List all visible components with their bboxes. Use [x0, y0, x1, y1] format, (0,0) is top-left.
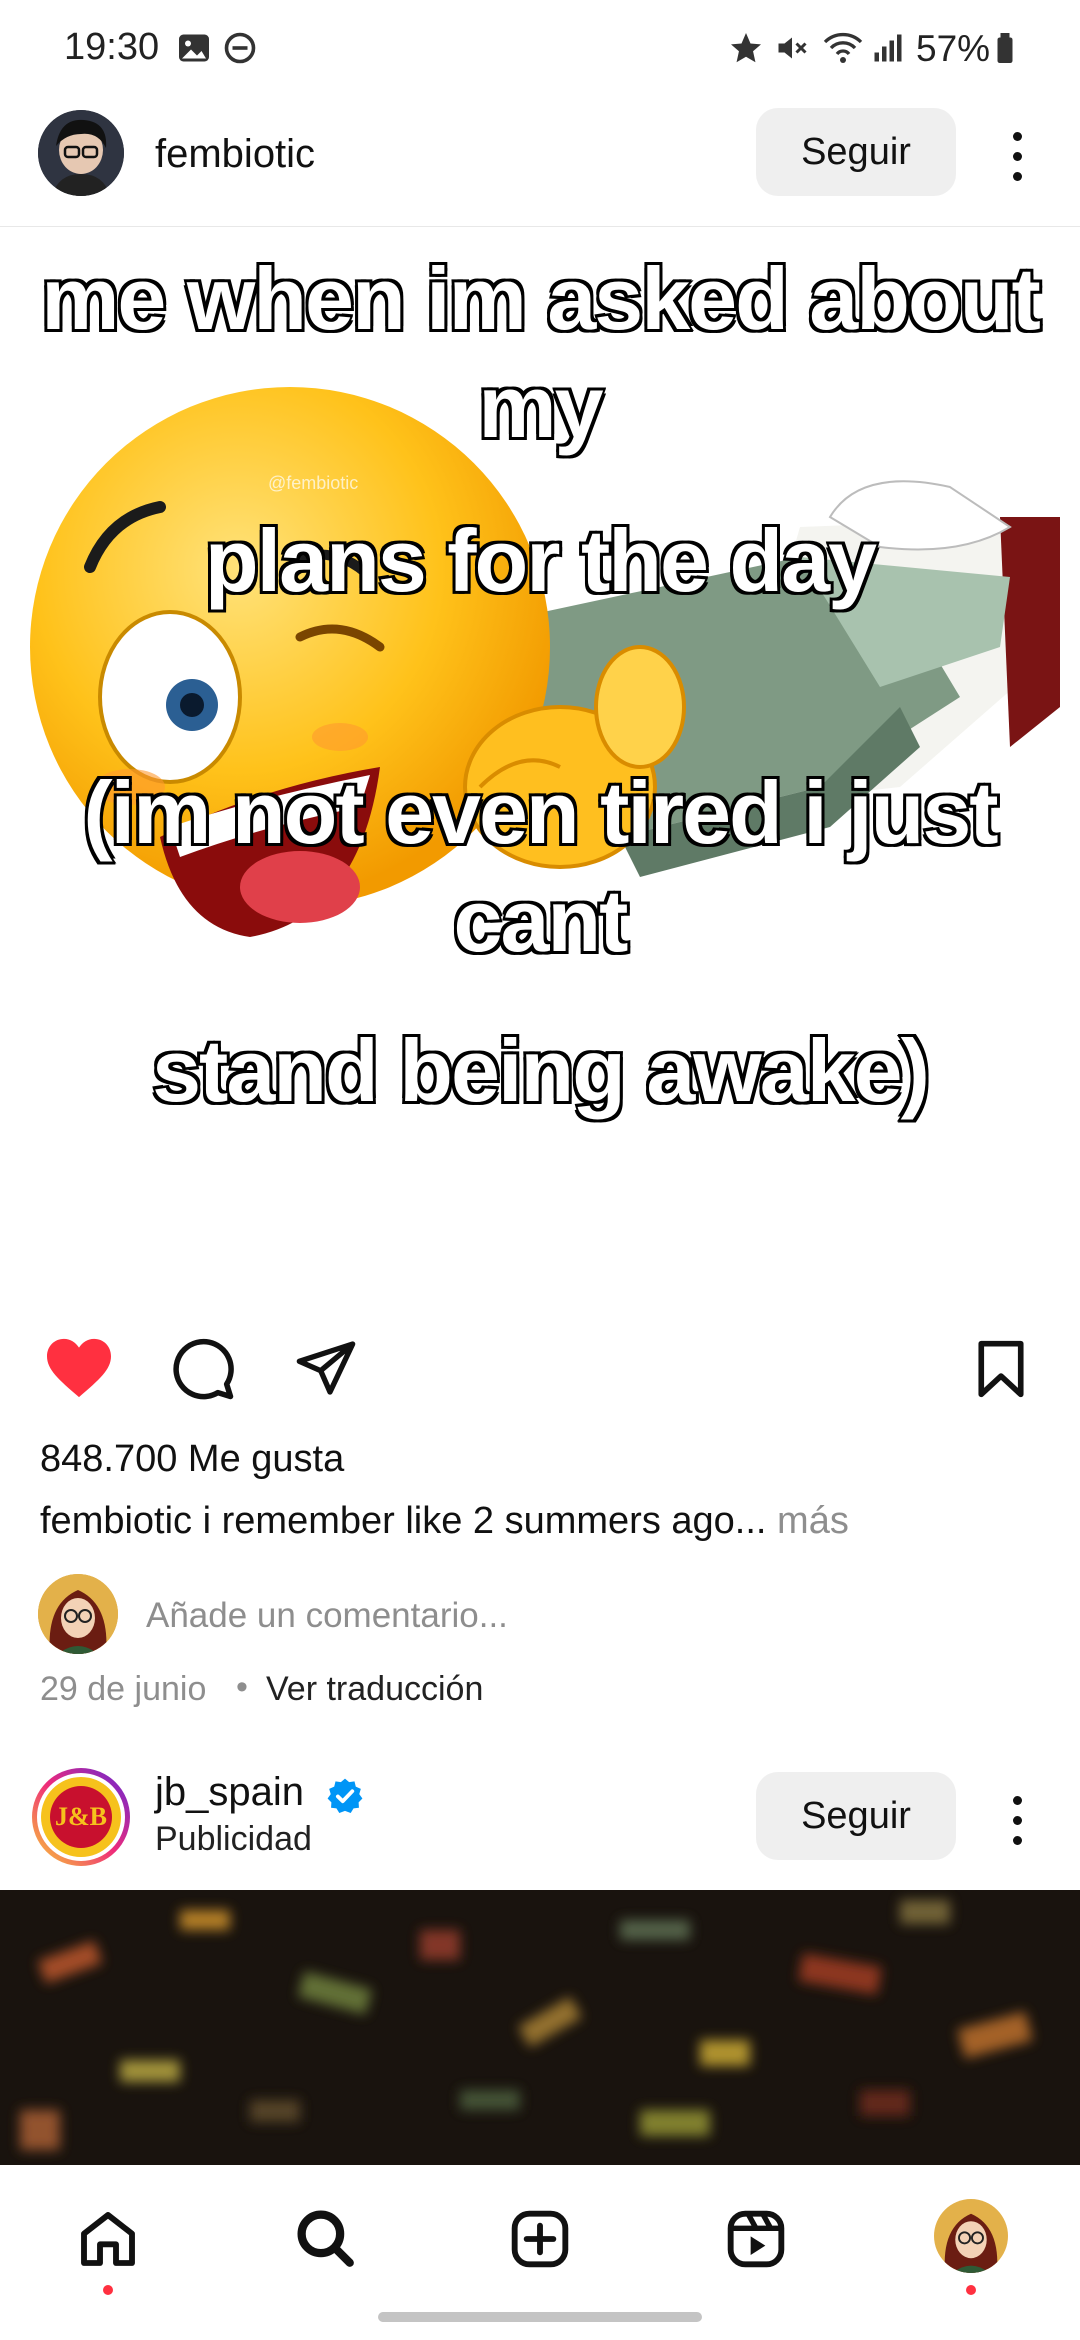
verified-badge-icon	[327, 1778, 363, 1813]
save-bookmark-icon[interactable]	[972, 1338, 1030, 1400]
likes-count[interactable]: 848.700 Me gusta	[40, 1438, 344, 1481]
mute-icon	[778, 37, 807, 59]
caption-more-link[interactable]: más	[766, 1500, 849, 1542]
meme-caption-bottom: (im not even tired i just cant stand bei…	[0, 759, 1080, 1125]
home-icon[interactable]	[76, 2207, 140, 2271]
caption-ellipsis: ...	[734, 1500, 767, 1542]
meme-caption-bottom-line-1: (im not even tired i just cant	[81, 761, 1000, 972]
caption-username[interactable]: fembiotic	[40, 1500, 192, 1542]
ad-follow-button[interactable]: Seguir	[756, 1772, 956, 1860]
do-not-disturb-icon	[224, 32, 256, 64]
home-notification-dot	[103, 2285, 113, 2295]
profile-avatar-picture	[934, 2199, 1008, 2273]
caption-text: i remember like 2 summers ago	[192, 1500, 735, 1542]
post-author-avatar[interactable]	[38, 110, 124, 196]
ad-media[interactable]	[0, 1890, 1080, 2165]
star-icon	[731, 33, 761, 63]
gallery-notification-icon	[179, 34, 209, 62]
post-username[interactable]: fembiotic	[155, 132, 315, 177]
see-translation-link[interactable]: Ver traducción	[266, 1670, 483, 1709]
ad-confetti-image	[0, 1890, 1080, 2165]
signal-icon	[874, 34, 902, 62]
status-time: 19:30	[64, 26, 160, 68]
battery-icon	[997, 33, 1013, 63]
date-separator: •	[236, 1668, 248, 1706]
profile-tab-avatar[interactable]	[934, 2199, 1008, 2273]
follow-button[interactable]: Seguir	[756, 108, 956, 196]
daria-avatar-picture	[38, 1574, 118, 1654]
battery-percentage: 57%	[916, 28, 991, 69]
sponsored-label: Publicidad	[155, 1820, 312, 1858]
post-more-options-icon[interactable]	[1010, 132, 1024, 192]
search-icon[interactable]	[292, 2205, 358, 2271]
current-user-avatar	[38, 1574, 118, 1654]
meme-caption-top: me when im asked about my plans for the …	[0, 245, 1080, 615]
like-heart-icon[interactable]	[44, 1336, 114, 1400]
profile-notification-dot	[966, 2285, 976, 2295]
post-date: 29 de junio	[40, 1670, 207, 1708]
gesture-home-indicator[interactable]	[378, 2312, 702, 2322]
wifi-icon	[823, 32, 863, 63]
share-send-icon[interactable]	[294, 1336, 358, 1400]
reels-icon[interactable]	[724, 2207, 788, 2271]
comment-icon[interactable]	[170, 1336, 236, 1402]
status-bar: 19:30 57%	[0, 0, 1080, 100]
add-comment-field[interactable]: Añade un comentario...	[146, 1596, 508, 1636]
jb-logo: J&B	[41, 1777, 121, 1857]
jb-logo-text: J&B	[55, 1802, 107, 1831]
meme-caption-bottom-line-2: stand being awake)	[150, 1019, 932, 1122]
create-post-icon[interactable]	[508, 2207, 572, 2271]
meme-caption-top-line-2: plans for the day	[203, 509, 879, 612]
meme-caption-top-line-1: me when im asked about my	[39, 247, 1043, 458]
post-image[interactable]: @fembiotic me when im asked about my pla…	[0, 226, 1080, 1297]
ad-username[interactable]: jb_spain	[155, 1770, 304, 1815]
post-caption[interactable]: fembiotic i remember like 2 summers ago.…	[40, 1500, 849, 1543]
ad-avatar-ring[interactable]: J&B	[32, 1768, 130, 1866]
ad-more-options-icon[interactable]	[1010, 1796, 1024, 1856]
author-avatar-picture	[38, 110, 124, 196]
